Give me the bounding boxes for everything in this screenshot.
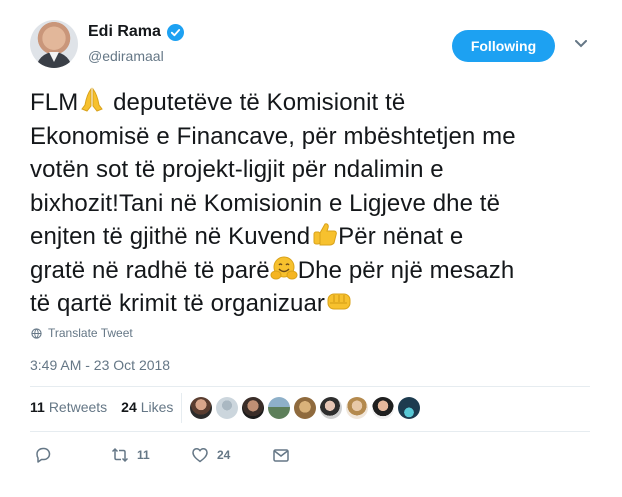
direct-message-button[interactable] — [272, 446, 290, 464]
retweet-button[interactable]: 11 — [111, 446, 150, 464]
thumbs-up-emoji — [310, 221, 338, 247]
tweet-text: FLM deputetëve të Komisionit të Ekonomis… — [30, 86, 590, 321]
tweet-text-segment: Dhe për një mesazh — [297, 256, 515, 284]
user-handle[interactable]: @ediramaal — [88, 48, 164, 64]
translate-label: Translate Tweet — [48, 326, 133, 340]
reply-icon — [36, 447, 51, 463]
liker-avatar[interactable] — [242, 397, 264, 419]
oncoming-fist-emoji — [325, 288, 353, 314]
tweet-actions: 11 24 — [34, 446, 334, 468]
liker-avatars — [190, 397, 420, 419]
liker-avatar[interactable] — [190, 397, 212, 419]
envelope-icon — [273, 449, 289, 462]
tweet-text-segment: gratë në radhë të parë — [30, 256, 270, 284]
tweet-text-segment: Për nënat e — [338, 223, 464, 250]
avatar[interactable] — [30, 20, 78, 68]
tweet-card: Edi Rama @ediramaal Following FLM depute… — [0, 0, 622, 497]
tweet-text-segment: deputetëve të Komisionit të — [106, 89, 406, 116]
likes-count: 24 — [121, 399, 137, 415]
translate-tweet-link[interactable]: Translate Tweet — [31, 326, 133, 340]
like-count: 24 — [217, 448, 231, 462]
tweet-line: FLM deputetëve të Komisionit të — [30, 86, 590, 120]
tweet-line: enjten të gjithë në Kuvend Për nënat e — [30, 220, 590, 254]
liker-avatar[interactable] — [216, 397, 238, 419]
retweets-label: Retweets — [48, 399, 108, 415]
liker-avatar[interactable] — [268, 397, 290, 419]
retweets-stat[interactable]: 11 Retweets — [30, 399, 107, 415]
tweet-line: të qartë krimit të organizuar — [30, 287, 590, 321]
tweet-line: Ekonomisë e Financave, për mbështetjen m… — [30, 122, 516, 150]
tweet-line: bixhozit!Tani në Komisionin e Ligjeve dh… — [30, 189, 501, 217]
retweet-count: 11 — [137, 448, 150, 462]
following-button[interactable]: Following — [452, 30, 555, 62]
chevron-down-icon[interactable] — [574, 37, 588, 51]
tweet-stats: 11 Retweets 24 Likes — [30, 399, 173, 415]
stats-separator — [181, 393, 182, 423]
display-name[interactable]: Edi Rama — [88, 23, 161, 41]
heart-icon — [192, 448, 208, 463]
liker-avatar[interactable] — [320, 397, 342, 419]
folded-hands-emoji — [78, 87, 106, 113]
likes-stat[interactable]: 24 Likes — [121, 399, 173, 415]
globe-icon — [31, 327, 42, 339]
retweet-icon — [111, 447, 129, 463]
tweet-line: gratë në radhë të parë Dhe për një mesazh — [30, 254, 590, 288]
tweet-text-segment: enjten të gjithë në Kuvend — [30, 223, 311, 250]
verified-badge-icon — [166, 23, 184, 41]
liker-avatar[interactable] — [372, 397, 394, 419]
hugging-face-emoji — [270, 255, 298, 281]
like-button[interactable]: 24 — [191, 446, 230, 464]
name-row: Edi Rama — [88, 23, 184, 41]
retweets-count: 11 — [30, 399, 45, 415]
divider — [30, 431, 590, 432]
tweet-text-segment: të qartë krimit të organizuar — [30, 290, 326, 317]
reply-button[interactable] — [34, 446, 52, 464]
tweet-text-segment: FLM — [30, 89, 79, 116]
liker-avatar[interactable] — [346, 397, 368, 419]
liker-avatar[interactable] — [398, 397, 420, 419]
likes-label: Likes — [140, 399, 174, 415]
tweet-timestamp[interactable]: 3:49 AM - 23 Oct 2018 — [30, 357, 170, 373]
divider — [30, 386, 590, 387]
tweet-line: votën sot të projekt-ligjit për ndalimin… — [30, 156, 444, 183]
liker-avatar[interactable] — [294, 397, 316, 419]
